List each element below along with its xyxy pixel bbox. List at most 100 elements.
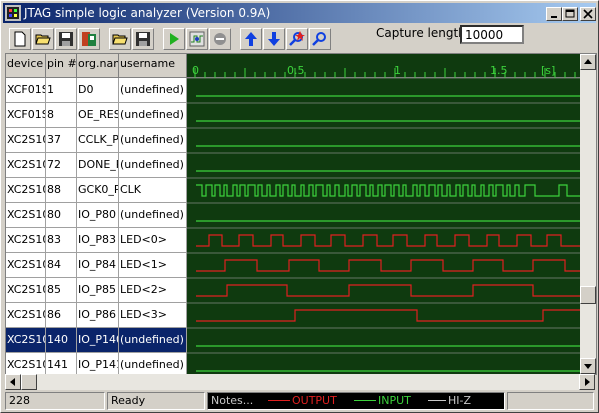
scroll-down-arrow[interactable] bbox=[580, 358, 596, 374]
up-arrow-icon bbox=[245, 32, 257, 46]
cell-pin: 83 bbox=[46, 228, 77, 253]
export-button[interactable] bbox=[78, 28, 100, 50]
ruler-ticks bbox=[194, 68, 576, 78]
cell-pin: 84 bbox=[46, 253, 77, 278]
cell-device: XC2S10 bbox=[6, 153, 46, 178]
scroll-left-arrow[interactable] bbox=[5, 374, 21, 390]
vertical-scroll-thumb[interactable] bbox=[580, 286, 596, 304]
output-legend-swatch bbox=[268, 400, 290, 401]
signal-grid: device pin # org.nam username 0 0.5 1 1.… bbox=[5, 53, 597, 375]
status-state: Ready bbox=[107, 392, 205, 410]
close-icon bbox=[583, 9, 593, 19]
scroll-right-arrow[interactable] bbox=[579, 374, 595, 390]
cell-device: XC2S10 bbox=[6, 328, 46, 353]
hiz-legend-label: HI-Z bbox=[448, 394, 472, 407]
cell-device: XCF01S bbox=[6, 103, 46, 128]
run-button[interactable] bbox=[163, 28, 185, 50]
cell-pin: 140 bbox=[46, 328, 77, 353]
down-arrow-icon bbox=[268, 32, 280, 46]
minimize-icon bbox=[551, 16, 557, 18]
cell-username: (undefined) bbox=[119, 203, 187, 228]
cell-username: (undefined) bbox=[119, 153, 187, 178]
minimize-button[interactable] bbox=[546, 7, 562, 21]
zoom-out-icon bbox=[312, 32, 326, 46]
capture-length-input[interactable] bbox=[460, 25, 524, 44]
cell-username: (undefined) bbox=[119, 78, 187, 103]
cell-username: (undefined) bbox=[119, 128, 187, 153]
cell-orgname: IO_P141 bbox=[77, 353, 119, 374]
cell-device: XC2S10 bbox=[6, 178, 46, 203]
app-window: JTAG simple logic analyzer (Version 0.9A… bbox=[0, 0, 599, 413]
cell-orgname: IO_P84 bbox=[77, 253, 119, 278]
horizontal-scroll-thumb[interactable] bbox=[21, 374, 37, 390]
cell-pin: 80 bbox=[46, 203, 77, 228]
cell-username: LED<0> bbox=[119, 228, 187, 253]
zoom-in-icon bbox=[289, 31, 305, 46]
window-title: JTAG simple logic analyzer (Version 0.9A… bbox=[24, 6, 271, 20]
cell-orgname: IO_P85 bbox=[77, 278, 119, 303]
column-header-orgname[interactable]: org.nam bbox=[77, 54, 119, 78]
trigger-button[interactable] bbox=[186, 28, 208, 50]
cell-pin: 85 bbox=[46, 278, 77, 303]
cell-username: LED<2> bbox=[119, 278, 187, 303]
cell-device: XC2S10 bbox=[6, 353, 46, 374]
cell-pin: 1 bbox=[46, 78, 77, 103]
input-legend-swatch bbox=[354, 400, 376, 401]
vertical-scrollbar[interactable] bbox=[580, 54, 596, 374]
status-bar: 228 Ready Notes... OUTPUT INPUT HI-Z bbox=[3, 392, 596, 410]
export-icon bbox=[82, 32, 96, 46]
ruler-label-1: 1 bbox=[394, 64, 401, 77]
open-icon bbox=[35, 34, 51, 45]
toolbar: Capture length bbox=[3, 25, 596, 53]
run-icon bbox=[170, 33, 179, 45]
cell-pin: 37 bbox=[46, 128, 77, 153]
column-header-username[interactable]: username bbox=[119, 54, 187, 78]
column-header-pin[interactable]: pin # bbox=[46, 54, 77, 78]
column-header-device[interactable]: device bbox=[6, 54, 46, 78]
close-button[interactable] bbox=[580, 7, 596, 21]
title-bar[interactable]: JTAG simple logic analyzer (Version 0.9A… bbox=[3, 3, 596, 23]
cell-pin: 8 bbox=[46, 103, 77, 128]
save-button[interactable] bbox=[55, 28, 77, 50]
zoom-in-button[interactable] bbox=[286, 28, 308, 50]
stop-button[interactable] bbox=[209, 28, 231, 50]
status-legend: Notes... OUTPUT INPUT HI-Z bbox=[207, 392, 505, 410]
arrow-right-icon bbox=[585, 378, 590, 386]
maximize-icon bbox=[565, 9, 575, 18]
scroll-down-button[interactable] bbox=[263, 28, 285, 50]
ruler-unit: [s] bbox=[541, 64, 556, 77]
cell-orgname: CCLK_P bbox=[77, 128, 119, 153]
cell-orgname: OE_RESET bbox=[77, 103, 119, 128]
cell-username: (undefined) bbox=[119, 328, 187, 353]
cell-username: CLK bbox=[119, 178, 187, 203]
arrow-left-icon bbox=[10, 378, 15, 386]
status-count: 228 bbox=[5, 392, 105, 410]
app-icon bbox=[5, 5, 21, 21]
cell-device: XC2S10 bbox=[6, 128, 46, 153]
horizontal-scrollbar[interactable] bbox=[5, 374, 595, 390]
cell-orgname: D0 bbox=[77, 78, 119, 103]
new-button[interactable] bbox=[9, 28, 31, 50]
scroll-up-arrow[interactable] bbox=[580, 54, 596, 70]
scroll-up-button[interactable] bbox=[240, 28, 262, 50]
maximize-button[interactable] bbox=[562, 7, 578, 21]
cell-username: (undefined) bbox=[119, 103, 187, 128]
ruler-label-0: 0 bbox=[192, 64, 199, 77]
cell-orgname: IO_P86 bbox=[77, 303, 119, 328]
waveform-panel[interactable] bbox=[187, 77, 580, 374]
cell-pin: 72 bbox=[46, 153, 77, 178]
arrow-down-icon bbox=[584, 364, 592, 369]
arrow-up-icon bbox=[584, 59, 592, 64]
open-button[interactable] bbox=[32, 28, 54, 50]
trigger-icon bbox=[189, 31, 205, 47]
open-folder-button[interactable] bbox=[109, 28, 131, 50]
save-disk-button[interactable] bbox=[132, 28, 154, 50]
save-disk-icon bbox=[136, 32, 150, 46]
input-legend-label: INPUT bbox=[378, 394, 411, 407]
time-ruler: 0 0.5 1 1.5 [s] bbox=[187, 54, 580, 78]
cell-device: XC2S10 bbox=[6, 228, 46, 253]
cell-orgname: DONE_P bbox=[77, 153, 119, 178]
cell-device: XC2S10 bbox=[6, 278, 46, 303]
zoom-out-button[interactable] bbox=[309, 28, 331, 50]
stop-icon bbox=[214, 33, 226, 45]
